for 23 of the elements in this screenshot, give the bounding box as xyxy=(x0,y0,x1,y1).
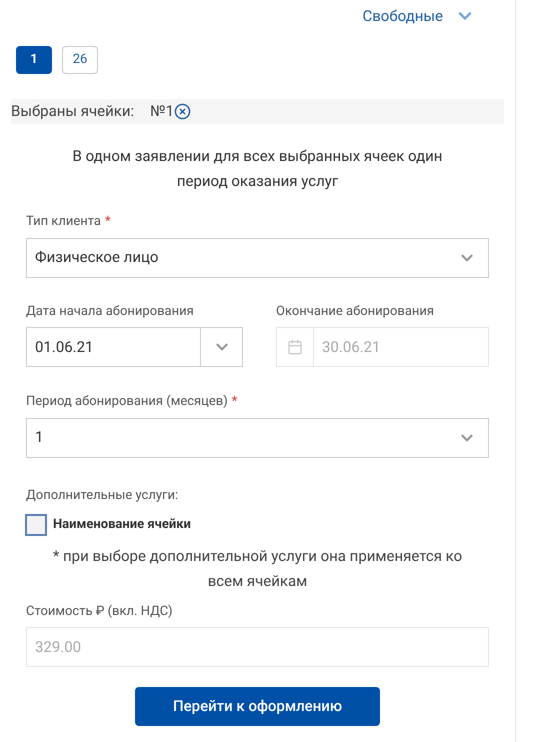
required-mark: * xyxy=(232,393,238,411)
field-label: Стоимость ₽ (вкл. НДС) xyxy=(26,602,173,620)
section-label: Дополнительные услуги: xyxy=(26,488,178,502)
selected-cells-label: Выбраны ячейки: xyxy=(11,101,134,122)
field-label: Тип клиента xyxy=(26,213,101,231)
period-select[interactable]: 1 xyxy=(26,418,489,458)
remove-icon[interactable] xyxy=(174,103,192,120)
field-label: Период абонирования (месяцев) xyxy=(26,393,228,411)
cell-page-button[interactable]: 1 xyxy=(16,46,52,74)
selected-cell-tag: №1 xyxy=(150,100,174,123)
required-mark: * xyxy=(104,213,111,231)
submit-button[interactable]: Перейти к оформлению xyxy=(135,687,380,726)
field-label: Дата начала абонирования xyxy=(26,302,194,320)
client-type-select[interactable]: Физическое лицо xyxy=(26,238,489,278)
period-note: В одном заявлении для всех выбранных ячеек один период оказания услуг xyxy=(72,146,444,192)
checkbox[interactable] xyxy=(25,514,47,536)
start-date-field[interactable]: 01.06.21 xyxy=(26,327,243,367)
extra-note: * при выборе дополнительной услуги она применяется ко всем ячейкам xyxy=(52,546,464,592)
checkbox-label: Наименование ячейки xyxy=(53,516,191,534)
free-filter-dropdown[interactable]: Свободные xyxy=(362,2,475,30)
field-label: Окончание абонирования xyxy=(276,302,434,320)
cell-page-button[interactable]: 26 xyxy=(62,46,98,74)
calendar-icon xyxy=(287,339,303,355)
